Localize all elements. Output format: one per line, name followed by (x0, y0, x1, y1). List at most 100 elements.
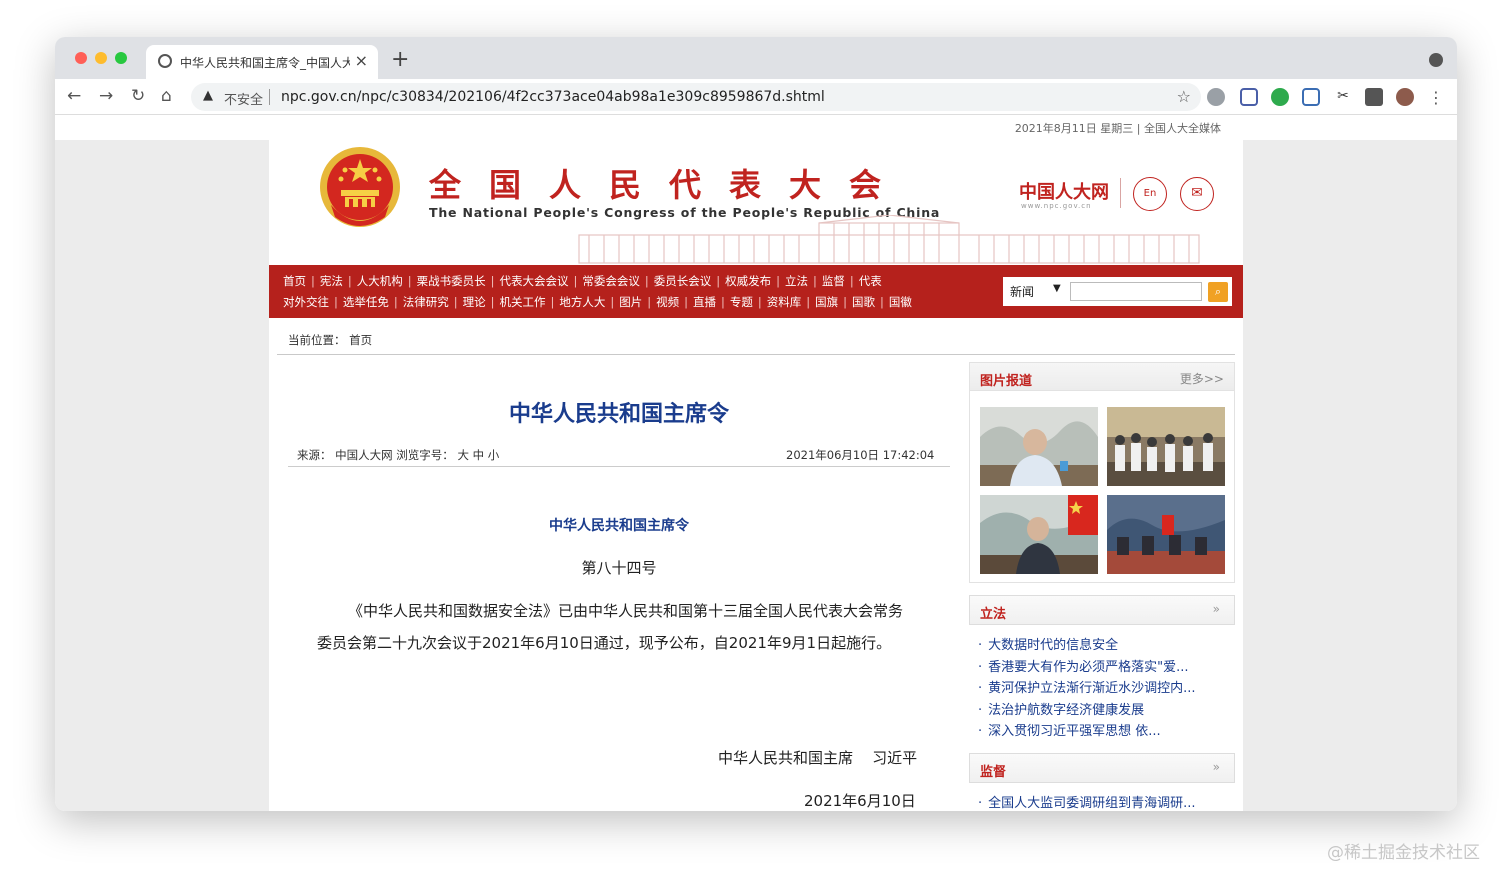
nav-item[interactable]: 机关工作 (500, 295, 546, 309)
photo-news-more-link[interactable]: 更多>> (1180, 370, 1224, 387)
nav-item[interactable]: 宪法 (320, 274, 343, 288)
breadcrumb: 当前位置： 首页 (288, 332, 372, 348)
extension-shield-icon[interactable] (1207, 88, 1225, 106)
nav-item[interactable]: 国歌 (852, 295, 875, 309)
extension-reader-icon[interactable] (1240, 88, 1258, 106)
minimize-window-button[interactable] (95, 52, 107, 64)
bullet-icon: · (978, 702, 983, 718)
search-category-select[interactable]: 新闻 (1010, 283, 1034, 300)
nav-item[interactable]: 人大机构 (357, 274, 403, 288)
nav-row-1: 首页 | 宪法 | 人大机构 | 栗战书委员长 | 代表大会会议 | 常委会会议 | 委员长会议 | 权威发… (283, 273, 882, 289)
home-icon[interactable]: ⌂ (161, 86, 172, 106)
nav-separator: | (813, 274, 817, 288)
list-item-label[interactable]: 香港要大有作为必须严格落实"爱... (988, 660, 1188, 675)
chevron-down-icon[interactable]: ▼ (1053, 283, 1061, 294)
nav-item[interactable]: 代表 (859, 274, 882, 288)
back-icon[interactable]: ← (67, 86, 81, 106)
forward-icon[interactable]: → (99, 86, 113, 106)
list-item-label[interactable]: 深入贯彻习近平强军思想 依... (988, 724, 1161, 739)
nav-item[interactable]: 选举任免 (343, 295, 389, 309)
photo-news-title[interactable]: 图片报道 (980, 370, 1032, 389)
list-item[interactable]: · 全国人大监司委调研组到青海调研... (978, 793, 1228, 811)
nav-separator: | (393, 295, 398, 309)
nav-item[interactable]: 委员长会议 (654, 274, 712, 288)
nav-separator: | (806, 295, 811, 309)
url-text[interactable]: npc.gov.cn/npc/c30834/202106/4f2cc373ace… (281, 89, 825, 105)
breadcrumb-label: 当前位置： (288, 333, 346, 347)
news-photo[interactable] (1107, 407, 1225, 486)
search-icon[interactable]: ⌕ (1208, 282, 1228, 302)
nav-item[interactable]: 理论 (463, 295, 486, 309)
omnibox-separator (269, 89, 270, 105)
nav-item[interactable]: 代表大会会议 (500, 274, 569, 288)
nav-item[interactable]: 权威发布 (725, 274, 771, 288)
list-item-label[interactable]: 大数据时代的信息安全 (988, 638, 1118, 653)
nav-item[interactable]: 国旗 (815, 295, 838, 309)
list-item[interactable]: · 大数据时代的信息安全 (978, 635, 1228, 657)
great-hall-illustration (578, 215, 1200, 264)
list-item[interactable]: · 深入贯彻习近平强军思想 依... (978, 721, 1228, 743)
tab-search-icon[interactable] (1429, 53, 1443, 67)
article-meta: 来源： 中国人大网 浏览字号： 大 中 小 (297, 448, 500, 462)
npc-logo-text[interactable]: 中国人大网 (1019, 178, 1109, 204)
nav-item[interactable]: 国徽 (889, 295, 912, 309)
nav-separator: | (610, 295, 615, 309)
site-header: 全国人民代表大会 The National People's Congress … (269, 140, 1243, 265)
menu-kebab-icon[interactable]: ⋮ (1427, 88, 1445, 107)
nav-item[interactable]: 监督 (822, 274, 845, 288)
extension-check-icon[interactable] (1271, 88, 1289, 106)
search-input[interactable] (1070, 282, 1202, 301)
close-window-button[interactable] (75, 52, 87, 64)
bullet-icon: · (978, 796, 983, 811)
chevron-right-icon[interactable]: » (1213, 602, 1220, 616)
chevron-right-icon[interactable]: » (1213, 760, 1220, 774)
new-tab-button[interactable]: + (391, 47, 409, 72)
nav-separator: | (334, 295, 338, 309)
warning-icon[interactable]: ▲ (203, 88, 213, 103)
nav-item[interactable]: 视频 (656, 295, 679, 309)
profile-avatar[interactable] (1396, 88, 1414, 106)
supervision-title[interactable]: 监督 (980, 761, 1006, 780)
insecure-label[interactable]: 不安全 (224, 89, 263, 108)
nav-item[interactable]: 立法 (785, 274, 808, 288)
nav-item[interactable]: 对外交往 (283, 295, 329, 309)
breadcrumb-home-link[interactable]: 首页 (349, 333, 372, 347)
nav-item[interactable]: 地方人大 (559, 295, 605, 309)
nav-item[interactable]: 栗战书委员长 (417, 274, 486, 288)
news-photo[interactable] (1107, 495, 1225, 574)
extension-screenshot-icon[interactable] (1302, 88, 1320, 106)
nav-item[interactable]: 图片 (619, 295, 642, 309)
reload-icon[interactable]: ↻ (131, 86, 145, 106)
photo-news-box: 图片报道 更多>> (969, 362, 1235, 583)
nav-item[interactable]: 法律研究 (403, 295, 449, 309)
news-photo[interactable] (980, 407, 1098, 486)
english-version-button[interactable]: En (1133, 177, 1167, 211)
nav-item[interactable]: 首页 (283, 274, 306, 288)
browser-window: 中华人民共和国主席令_中国人大 × + ← → ↻ ⌂ ▲ 不安全 npc.go… (55, 37, 1457, 811)
nav-item[interactable]: 直播 (693, 295, 716, 309)
extension-cut-icon[interactable]: ✂ (1334, 88, 1352, 106)
list-item-label[interactable]: 法治护航数字经济健康发展 (988, 703, 1144, 718)
nav-separator: | (849, 274, 854, 288)
news-photo[interactable] (980, 495, 1098, 574)
list-item[interactable]: · 黄河保护立法渐行渐近水沙调控内... (978, 678, 1228, 700)
legislation-title[interactable]: 立法 (980, 603, 1006, 622)
nav-item[interactable]: 资料库 (767, 295, 802, 309)
zoom-window-button[interactable] (115, 52, 127, 64)
site-title-cn: 全国人民代表大会 (429, 166, 910, 204)
supervision-section-header[interactable]: 监督 » (969, 753, 1235, 783)
tab-active[interactable]: 中华人民共和国主席令_中国人大 × (146, 45, 378, 79)
list-item-label[interactable]: 全国人大监司委调研组到青海调研... (988, 796, 1195, 811)
omnibox[interactable]: ▲ 不安全 npc.gov.cn/npc/c30834/202106/4f2cc… (191, 83, 1201, 111)
nav-item[interactable]: 常委会会议 (582, 274, 640, 288)
nav-item[interactable]: 专题 (730, 295, 753, 309)
extensions-puzzle-icon[interactable] (1365, 88, 1383, 106)
list-item[interactable]: · 法治护航数字经济健康发展 (978, 700, 1228, 722)
legislation-section-header[interactable]: 立法 » (969, 595, 1235, 625)
close-tab-icon[interactable]: × (355, 51, 368, 70)
list-item[interactable]: · 香港要大有作为必须严格落实"爱... (978, 657, 1228, 679)
mail-icon[interactable]: ✉ (1180, 177, 1214, 211)
bookmark-star-icon[interactable]: ☆ (1177, 87, 1191, 106)
nav-separator: | (550, 295, 555, 309)
list-item-label[interactable]: 黄河保护立法渐行渐近水沙调控内... (988, 681, 1195, 696)
